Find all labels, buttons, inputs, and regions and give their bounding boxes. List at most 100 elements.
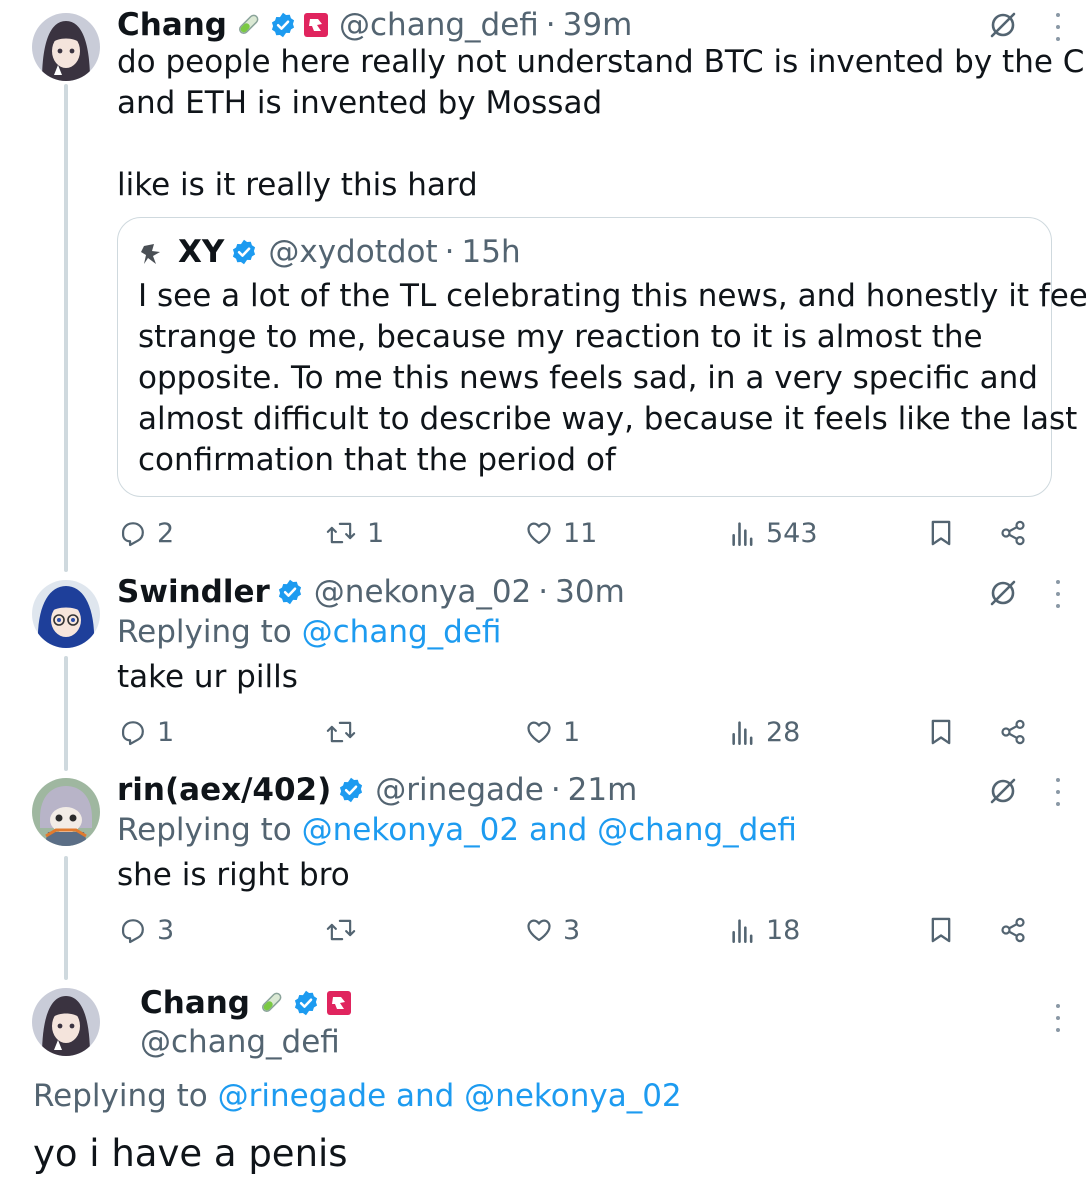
like-button[interactable]: 3 — [525, 910, 580, 950]
bookmark-icon — [931, 917, 951, 943]
quoted-author-handle[interactable]: @xydotdot — [268, 232, 437, 272]
share-icon — [1001, 719, 1025, 745]
like-count: 3 — [563, 914, 581, 946]
author-name[interactable]: Chang — [140, 983, 250, 1023]
repost-button[interactable] — [325, 910, 367, 950]
grok-icon[interactable] — [988, 776, 1018, 806]
reply-button[interactable]: 3 — [119, 910, 174, 950]
replying-to-prefix: Replying to — [33, 1078, 208, 1114]
reply-count: 2 — [157, 517, 175, 549]
replying-to-link[interactable]: @nekonya_02 and @chang_defi — [302, 812, 797, 848]
like-icon — [527, 721, 551, 744]
author-handle[interactable]: @chang_defi — [140, 1022, 340, 1062]
affiliate-badge-icon[interactable] — [326, 990, 352, 1016]
grok-icon[interactable] — [988, 10, 1018, 40]
author-handle[interactable]: @rinegade — [375, 770, 544, 810]
replying-to: Replying to @rinegade and @nekonya_02 — [33, 1076, 682, 1116]
views-button[interactable]: 543 — [730, 513, 818, 553]
reply-button[interactable]: 1 — [119, 712, 174, 752]
quote-avatar — [138, 238, 166, 268]
share-icon — [1001, 520, 1025, 546]
author-name[interactable]: rin(aex/402) — [117, 770, 331, 810]
views-button[interactable]: 28 — [730, 712, 800, 752]
views-icon — [732, 522, 753, 546]
repost-icon — [326, 919, 356, 941]
reply-button[interactable]: 2 — [119, 513, 174, 553]
verified-badge-icon[interactable] — [292, 989, 320, 1017]
verified-badge-icon[interactable] — [230, 238, 258, 266]
more-icon[interactable] — [1050, 580, 1066, 608]
reply-icon — [121, 919, 144, 944]
thread-line — [64, 656, 68, 771]
avatar-chang[interactable] — [32, 13, 100, 81]
verified-badge-icon[interactable] — [337, 776, 365, 804]
tweet-text: do people here really not understand BTC… — [117, 44, 1086, 203]
main-tweet-text: yo i have a penis — [33, 1132, 348, 1175]
like-button[interactable]: 11 — [525, 513, 597, 553]
timestamp[interactable]: 39m — [563, 5, 633, 45]
views-icon — [732, 721, 753, 745]
test-tube-icon — [233, 10, 263, 40]
like-count: 1 — [563, 716, 581, 748]
share-button[interactable] — [999, 513, 1027, 553]
affiliate-badge-icon[interactable] — [303, 12, 329, 38]
timestamp[interactable]: 21m — [568, 770, 638, 810]
thread-line — [64, 84, 68, 572]
avatar-chang[interactable] — [32, 988, 100, 1056]
views-count: 28 — [766, 716, 801, 748]
replying-to-prefix: Replying to — [117, 614, 292, 650]
bookmark-button[interactable] — [929, 910, 953, 950]
avatar-rin[interactable] — [32, 778, 100, 846]
separator-dot: · — [550, 772, 561, 808]
tweet-text: she is right bro — [117, 857, 350, 893]
verified-badge-icon[interactable] — [269, 11, 297, 39]
tweet-text: take ur pills — [117, 659, 298, 695]
repost-icon — [326, 721, 356, 743]
replying-to-link[interactable]: @rinegade and @nekonya_02 — [218, 1078, 682, 1114]
quoted-tweet-text: I see a lot of the TL celebrating this n… — [138, 278, 1086, 478]
bookmark-button[interactable] — [929, 513, 953, 553]
tweet-actions: 3 3 18 — [117, 910, 1037, 950]
more-icon[interactable] — [1050, 1004, 1066, 1032]
tweet-header: Swindler @nekonya_02 · 30m — [117, 572, 625, 612]
share-button[interactable] — [999, 910, 1027, 950]
reply-count: 3 — [157, 914, 175, 946]
timestamp[interactable]: 30m — [555, 572, 625, 612]
separator-dot: · — [545, 7, 556, 43]
quoted-author-name[interactable]: XY — [178, 232, 224, 272]
repost-button[interactable]: 1 — [325, 513, 384, 553]
repost-count: 1 — [367, 517, 385, 549]
tweet-actions: 1 1 28 — [117, 712, 1037, 752]
like-icon — [527, 919, 551, 942]
share-button[interactable] — [999, 712, 1027, 752]
views-count: 543 — [766, 517, 818, 549]
replying-to-link[interactable]: @chang_defi — [302, 614, 502, 650]
reply-count: 1 — [157, 716, 175, 748]
more-icon[interactable] — [1050, 778, 1066, 806]
like-icon — [527, 522, 551, 545]
replying-to-prefix: Replying to — [117, 812, 292, 848]
separator-dot: · — [444, 234, 455, 270]
separator-dot: · — [538, 574, 549, 610]
repost-button[interactable] — [325, 712, 367, 752]
bookmark-button[interactable] — [929, 712, 953, 752]
main-tweet-header: Chang — [140, 983, 352, 1023]
verified-badge-icon[interactable] — [276, 578, 304, 606]
reply-icon — [121, 522, 144, 547]
more-icon[interactable] — [1050, 13, 1066, 41]
bookmark-icon — [931, 719, 951, 745]
avatar-swindler[interactable] — [32, 580, 100, 648]
like-button[interactable]: 1 — [525, 712, 580, 752]
grok-icon[interactable] — [988, 578, 1018, 608]
bookmark-icon — [931, 520, 951, 546]
author-name[interactable]: Chang — [117, 5, 227, 45]
quoted-tweet[interactable]: XY @xydotdot · 15h I see a lot of the TL… — [117, 217, 1086, 497]
tweet-header: rin(aex/402) @rinegade · 21m — [117, 770, 637, 810]
author-name[interactable]: Swindler — [117, 572, 270, 612]
author-handle[interactable]: @nekonya_02 — [314, 572, 531, 612]
author-handle[interactable]: @chang_defi — [339, 5, 539, 45]
views-button[interactable]: 18 — [730, 910, 800, 950]
quoted-timestamp[interactable]: 15h — [462, 232, 521, 272]
tweet-header: Chang @chang_defi · 39m — [117, 5, 632, 45]
reply-icon — [121, 721, 144, 746]
